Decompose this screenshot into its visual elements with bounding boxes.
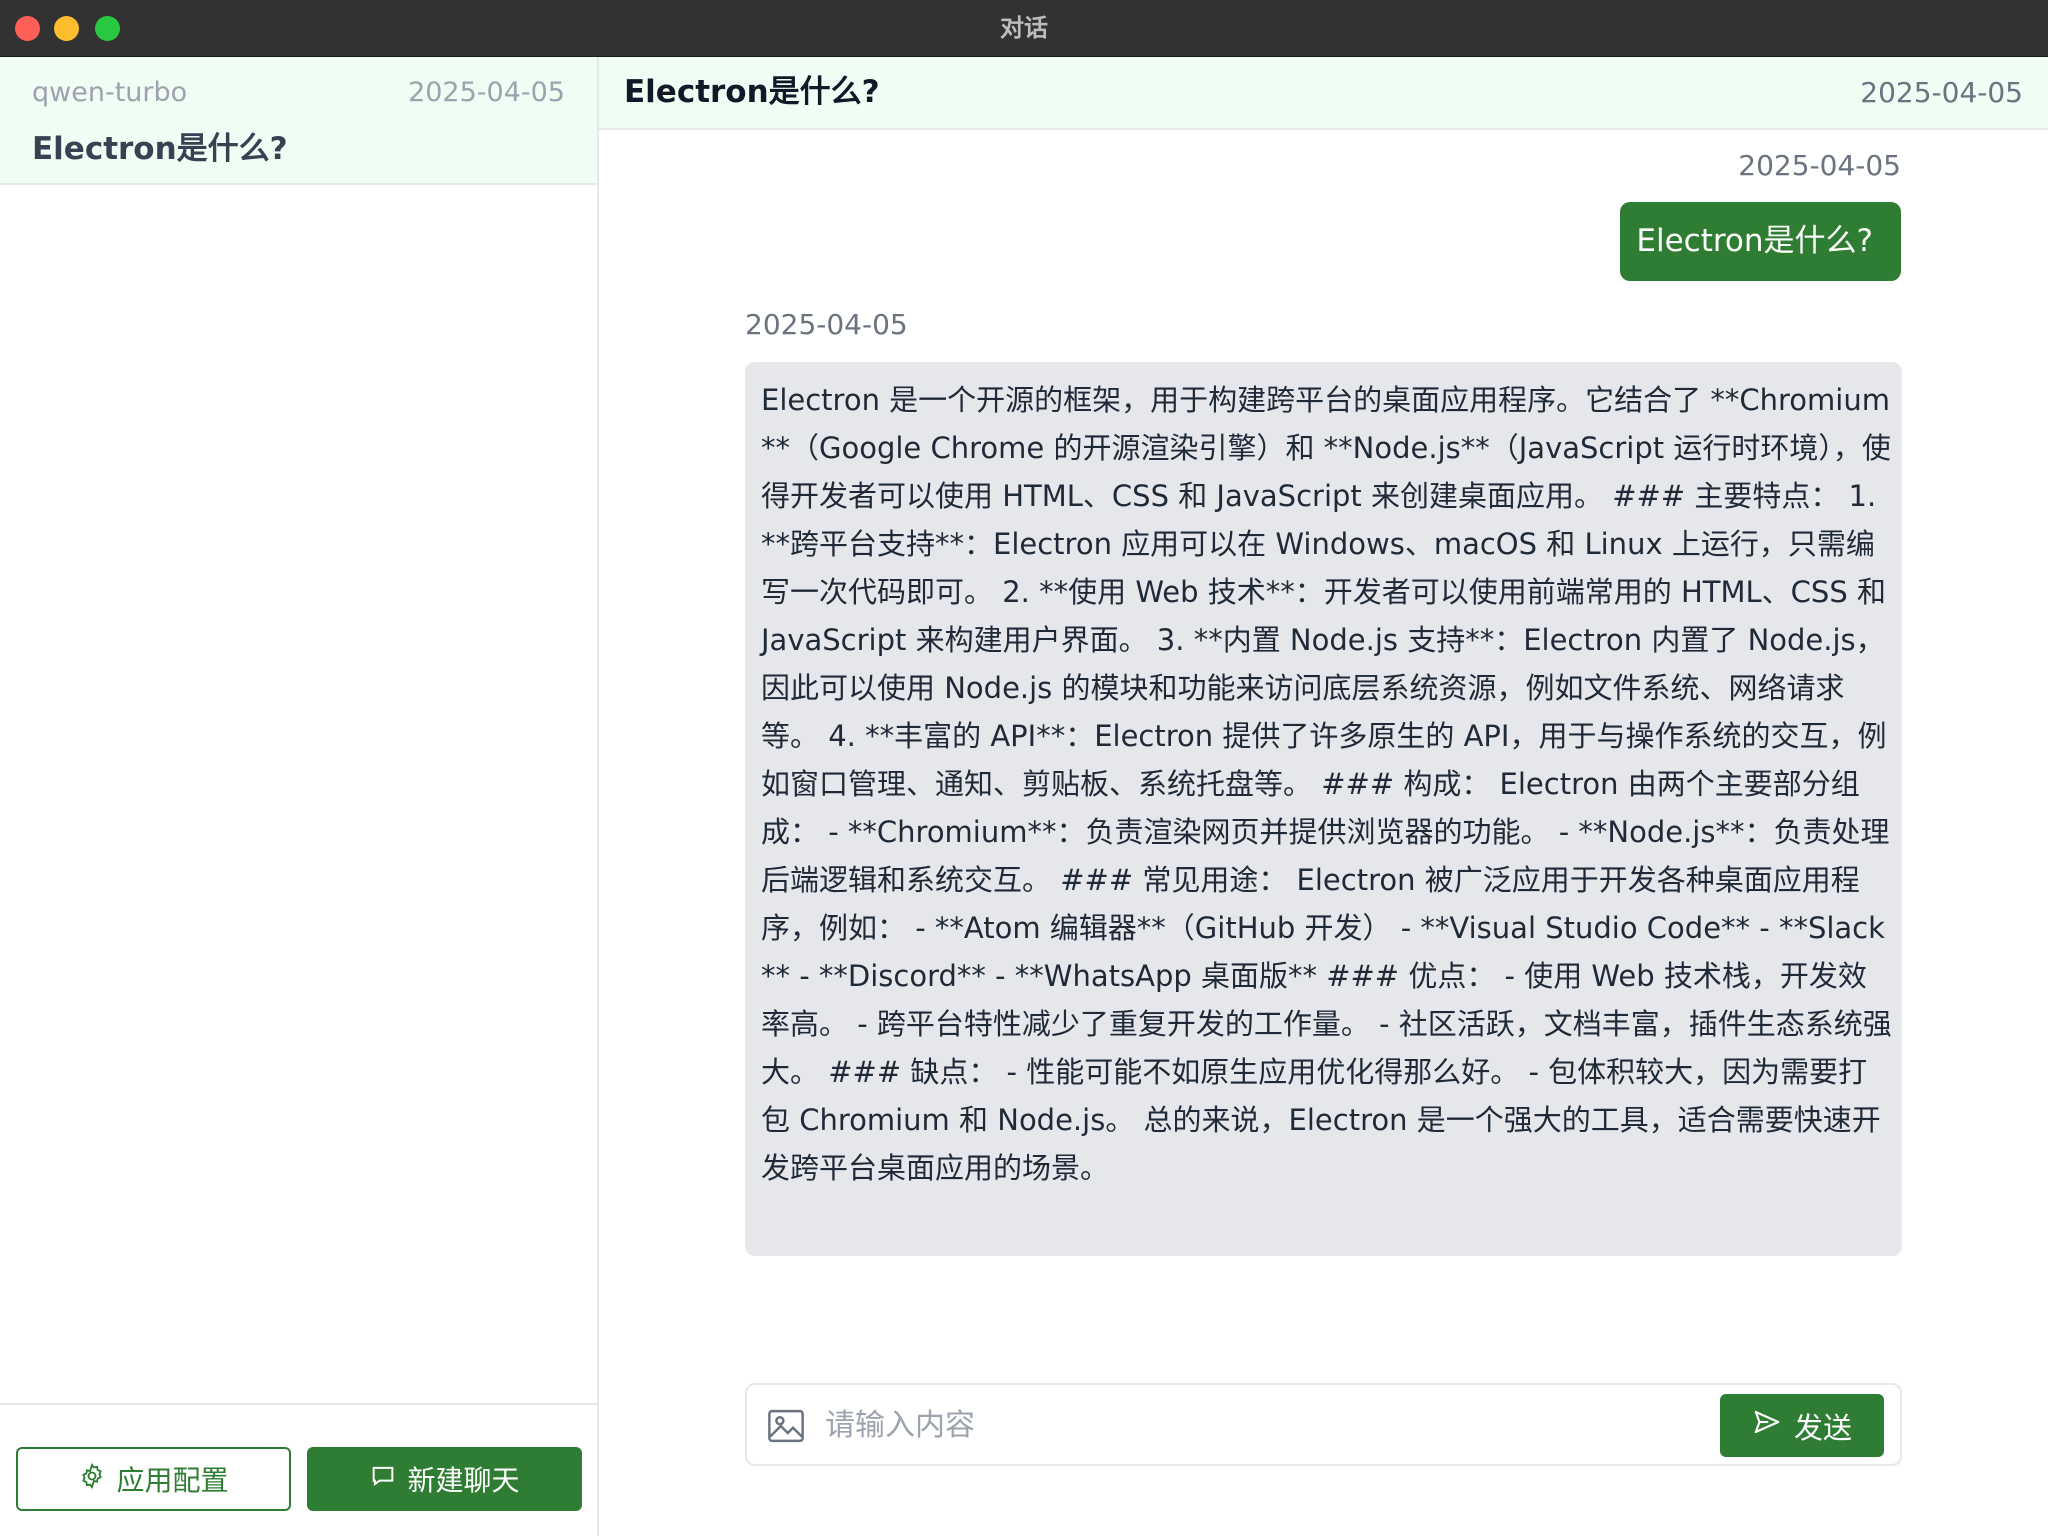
user-message: Electron是什么? — [1620, 202, 1901, 281]
message-input[interactable] — [825, 1395, 1725, 1455]
chat-date: 2025-04-05 — [1860, 76, 2023, 109]
window-title: 对话 — [1000, 14, 1048, 42]
new-chat-label: 新建聊天 — [407, 1464, 520, 1497]
assistant-message: Electron 是一个开源的框架，用于构建跨平台的桌面应用程序。它结合了 **… — [745, 362, 1902, 1256]
conversation-date: 2025-04-05 — [408, 77, 565, 108]
message-composer: 发送 — [745, 1383, 1902, 1466]
image-icon[interactable] — [765, 1405, 807, 1447]
send-button[interactable]: 发送 — [1720, 1394, 1884, 1457]
conversation-title: Electron是什么? — [32, 131, 288, 167]
title-bar: 对话 — [0, 0, 2048, 57]
sidebar: qwen-turbo 2025-04-05 Electron是什么? 应用配置 — [0, 57, 599, 1536]
conversation-model: qwen-turbo — [32, 77, 188, 108]
chat-header: Electron是什么? 2025-04-05 — [599, 57, 2048, 130]
chat-panel: Electron是什么? 2025-04-05 2025-04-05 Elect… — [599, 57, 2048, 1536]
new-chat-button[interactable]: 新建聊天 — [307, 1447, 582, 1511]
user-message-date: 2025-04-05 — [1738, 149, 1901, 182]
conversation-item[interactable]: qwen-turbo 2025-04-05 Electron是什么? — [0, 57, 597, 185]
app-settings-label: 应用配置 — [116, 1464, 229, 1497]
assistant-message-date: 2025-04-05 — [745, 308, 908, 341]
app-window: 对话 qwen-turbo 2025-04-05 Electron是什么? 应用… — [0, 0, 2048, 1536]
paper-plane-icon — [1752, 1407, 1782, 1444]
sidebar-footer: 应用配置 新建聊天 — [0, 1403, 597, 1536]
chat-bubble-icon — [369, 1462, 397, 1497]
app-settings-button[interactable]: 应用配置 — [16, 1447, 291, 1511]
send-label: 发送 — [1793, 1410, 1852, 1445]
gear-icon — [78, 1462, 106, 1497]
chat-title: Electron是什么? — [624, 74, 880, 110]
